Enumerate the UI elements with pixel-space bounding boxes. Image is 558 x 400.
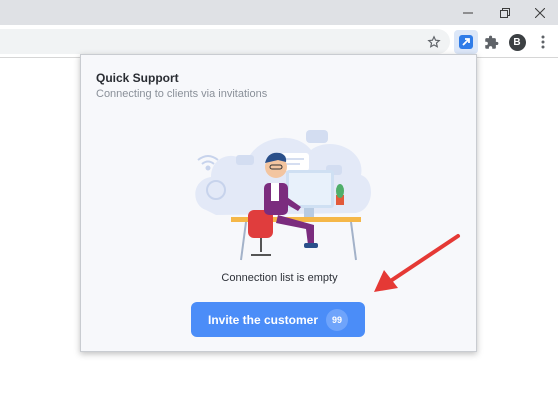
invite-customer-button[interactable]: Invite the customer 99	[191, 302, 365, 337]
support-agent-illustration	[195, 130, 372, 261]
avatar: B	[508, 33, 526, 51]
minimize-button[interactable]	[450, 0, 486, 25]
close-icon	[535, 7, 545, 18]
popup-subtitle: Connecting to clients via invitations	[96, 88, 268, 100]
extensions-button[interactable]	[479, 30, 503, 54]
bookmark-button[interactable]	[422, 30, 446, 54]
maximize-button[interactable]	[487, 0, 523, 25]
browser-titlebar	[0, 0, 558, 25]
close-button[interactable]	[522, 0, 558, 25]
minimize-icon	[463, 12, 473, 13]
annotation-arrow	[374, 234, 460, 292]
browser-menu-button[interactable]	[531, 30, 555, 54]
quick-support-extension-button[interactable]	[454, 30, 478, 54]
popup-title: Quick Support	[96, 71, 179, 85]
invite-count-badge: 99	[326, 308, 349, 331]
address-bar[interactable]	[0, 29, 450, 54]
invite-button-label: Invite the customer	[207, 312, 319, 327]
maximize-icon	[500, 7, 510, 18]
puzzle-icon	[484, 35, 498, 49]
quick-support-popup: Quick Support Connecting to clients via …	[80, 54, 477, 352]
profile-button[interactable]: B	[505, 30, 529, 54]
extension-icon	[459, 35, 473, 49]
more-vert-icon	[541, 35, 545, 49]
star-icon	[427, 35, 441, 48]
